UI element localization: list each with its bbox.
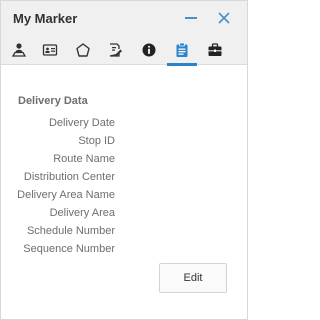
field-label-delivery-area-name: Delivery Area Name xyxy=(17,189,115,201)
field-label-distribution-center: Distribution Center xyxy=(23,171,115,183)
edit-button[interactable]: Edit xyxy=(159,263,227,293)
window-title: My Marker xyxy=(13,11,78,26)
info-icon xyxy=(142,43,156,57)
section-title: Delivery Data xyxy=(18,95,88,107)
tab-pentagon[interactable] xyxy=(68,35,98,65)
tab-clipboard[interactable] xyxy=(167,35,197,66)
field-label-route-name: Route Name xyxy=(53,153,115,165)
id-card-icon xyxy=(42,44,58,56)
title-bar: My Marker xyxy=(1,1,247,35)
briefcase-icon xyxy=(208,43,222,56)
tab-person-pin[interactable] xyxy=(4,35,34,65)
clipboard-icon xyxy=(176,42,188,57)
field-label-sequence-number: Sequence Number xyxy=(23,243,115,255)
minimize-icon xyxy=(185,17,197,19)
pentagon-icon xyxy=(76,43,90,57)
close-icon xyxy=(218,12,230,24)
tab-briefcase[interactable] xyxy=(200,35,230,65)
field-label-schedule-number: Schedule Number xyxy=(26,225,115,237)
close-button[interactable] xyxy=(214,8,234,28)
field-label-delivery-date: Delivery Date xyxy=(48,117,115,129)
person-pin-icon xyxy=(11,43,27,57)
tab-content: Delivery Data Delivery Date Stop ID Rout… xyxy=(1,66,247,319)
tab-bar xyxy=(1,35,247,66)
marker-popup: My Marker Delivery Data Delivery Date St… xyxy=(0,0,248,320)
tab-edit-document[interactable] xyxy=(100,35,130,65)
minimize-button[interactable] xyxy=(181,8,201,28)
tab-info[interactable] xyxy=(134,35,164,65)
field-label-stop-id: Stop ID xyxy=(78,135,115,147)
tab-id-card[interactable] xyxy=(35,35,65,65)
edit-document-icon xyxy=(109,43,122,57)
field-list: Delivery Date Stop ID Route Name Distrib… xyxy=(17,114,115,258)
field-label-delivery-area: Delivery Area xyxy=(49,207,115,219)
